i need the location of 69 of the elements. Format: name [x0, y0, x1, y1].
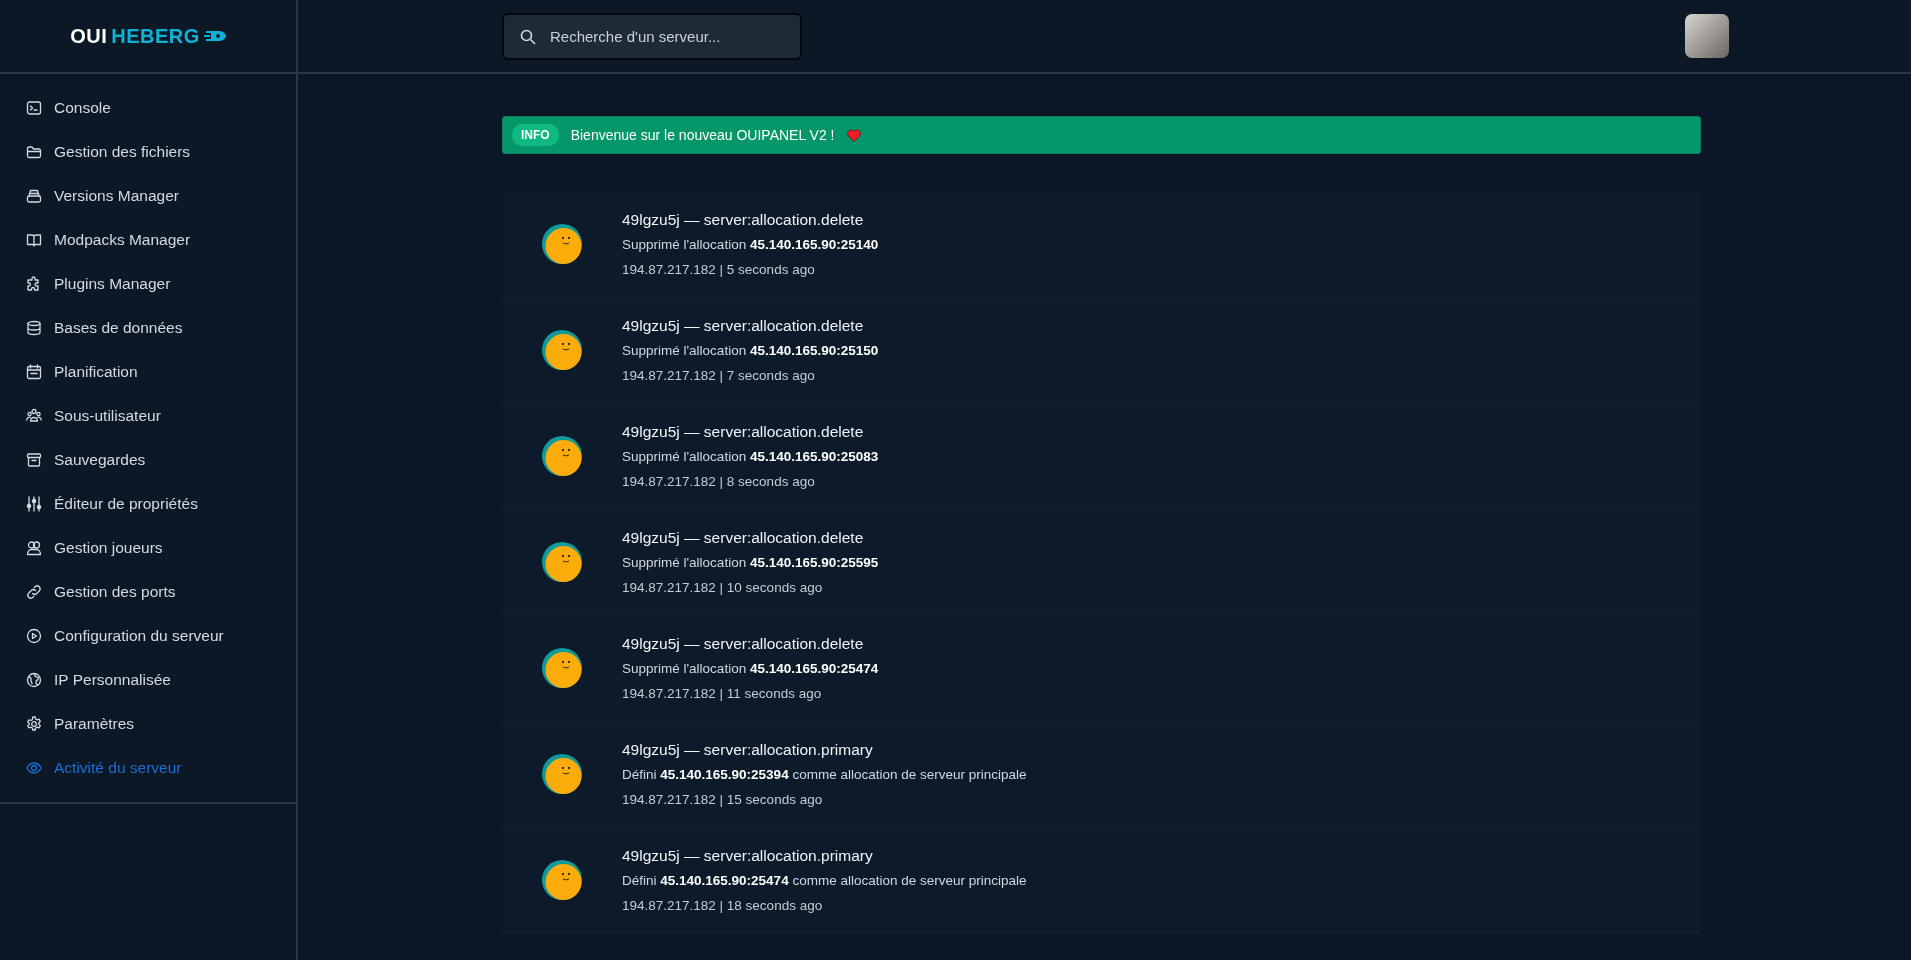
activity-title: 49lgzu5j — server:allocation.primary [622, 740, 874, 761]
logo-text: HEBERG [111, 24, 200, 49]
activity-meta: 194.87.217.182 | 11 seconds ago [622, 684, 823, 703]
sidebar-item[interactable]: Plugins Manager [0, 262, 296, 306]
activity-description: Supprimé l'allocation 45.140.165.90:25083 [622, 448, 879, 467]
activity-title: 49lgzu5j — server:allocation.delete [622, 422, 865, 443]
folder-icon [26, 144, 42, 160]
activity-title: 49lgzu5j — server:allocation.primary [622, 846, 874, 867]
activity-description: Supprimé l'allocation 45.140.165.90:25150 [622, 342, 879, 361]
users-icon [26, 408, 42, 424]
sidebar-item[interactable]: Sauvegardes [0, 438, 296, 482]
sidebar-item[interactable]: Éditeur de propriétés [0, 482, 296, 526]
search-field[interactable]: Recherche d'un serveur... [502, 12, 802, 60]
activity-meta: 194.87.217.182 | 15 seconds ago [622, 790, 824, 809]
activity-meta: 194.87.217.182 | 10 seconds ago [622, 578, 824, 597]
sidebar-item[interactable]: Planification [0, 350, 296, 394]
sidebar-item[interactable]: Configuration du serveur [0, 614, 296, 658]
search-icon [520, 28, 536, 45]
activity-title: 49lgzu5j — server:allocation.delete [622, 634, 865, 655]
terminal-icon [26, 100, 42, 116]
activity-meta: 194.87.217.182 | 5 seconds ago [622, 260, 816, 279]
avatar-icon [542, 754, 582, 794]
settings-icon [26, 716, 42, 732]
activity-description: Supprimé l'allocation 45.140.165.90:25595 [622, 554, 879, 573]
sidebar-item[interactable]: Bases de données [0, 306, 296, 350]
activity-title: 49lgzu5j — server:allocation.delete [622, 210, 865, 231]
sidebar-item[interactable]: Paramètres [0, 702, 296, 746]
activity-meta: 194.87.217.182 | 8 seconds ago [622, 472, 816, 491]
avatar-icon [542, 648, 582, 688]
activity-meta: 194.87.217.182 | 7 seconds ago [622, 366, 816, 385]
link-icon [26, 584, 42, 600]
sidebar-item[interactable]: Gestion des fichiers [0, 130, 296, 174]
activity-title: 49lgzu5j — server:allocation.delete [622, 316, 865, 337]
activity-description: Défini 45.140.165.90:25474 comme allocation de serveur principale [622, 872, 1027, 891]
sidebar-item[interactable]: Sous-utilisateur [0, 394, 296, 438]
avatar-icon [542, 542, 582, 582]
sidebar-item[interactable]: Console [0, 86, 296, 130]
play-icon [26, 628, 42, 644]
calendar-icon [26, 364, 42, 380]
profile-photo-placeholder[interactable] [1685, 14, 1729, 58]
avatar-icon [542, 436, 582, 476]
sliders-icon [26, 496, 42, 512]
archive-icon [26, 452, 42, 468]
alert-message: Bienvenue sur le nouveau OUIPANEL V2 ! [570, 125, 835, 145]
activity-description: Défini 45.140.165.90:25394 comme allocation de serveur principale [622, 766, 1027, 785]
rocket-icon [203, 30, 226, 42]
sidebar-item[interactable]: Gestion joueurs [0, 526, 296, 570]
box-icon [26, 188, 42, 204]
heart-icon [846, 128, 861, 142]
database-icon [26, 320, 42, 336]
sidebar-item[interactable]: Versions Manager [0, 174, 296, 218]
activity-meta: 194.87.217.182 | 18 seconds ago [622, 896, 824, 915]
info-label: INFO [512, 124, 559, 146]
activity-description: Supprimé l'allocation 45.140.165.90:25140 [622, 236, 879, 255]
people-icon [26, 540, 42, 556]
puzzle-icon [26, 276, 42, 292]
activity-title: 49lgzu5j — server:allocation.delete [622, 528, 865, 549]
sidebar-item[interactable]: Modpacks Manager [0, 218, 296, 262]
avatar-icon [542, 860, 582, 900]
logo-text: OUI [70, 24, 108, 49]
sidebar-item[interactable]: Gestion des ports [0, 570, 296, 614]
avatar-icon [542, 330, 582, 370]
eye-icon [26, 760, 42, 776]
book-icon [26, 232, 42, 248]
activity-description: Supprimé l'allocation 45.140.165.90:25474 [622, 660, 879, 679]
sidebar-item[interactable]: IP Personnalisée [0, 658, 296, 702]
globe-icon [26, 672, 42, 688]
avatar-icon [542, 224, 582, 264]
sidebar-item[interactable]: Activité du serveur [0, 746, 296, 790]
